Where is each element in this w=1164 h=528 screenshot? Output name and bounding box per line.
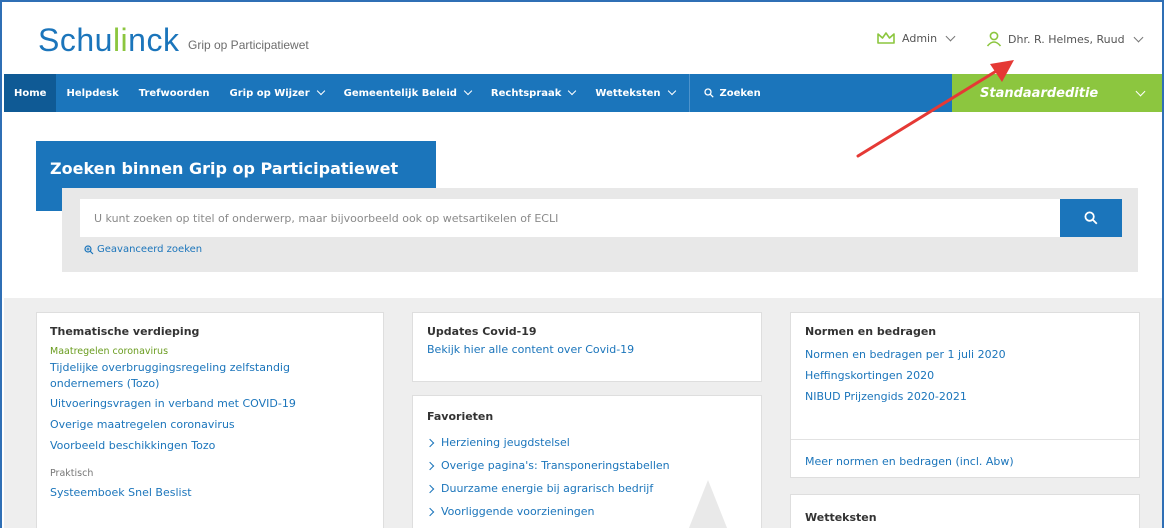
nav-grip-op-wijzer[interactable]: Grip op Wijzer <box>220 74 334 112</box>
link-normen-juli-2020[interactable]: Normen en bedragen per 1 juli 2020 <box>805 347 1125 363</box>
chevron-right-icon <box>425 461 435 471</box>
card-title: Favorieten <box>427 410 494 423</box>
nav-trefwoorden[interactable]: Trefwoorden <box>129 74 220 112</box>
group-heading: Maatregelen coronavirus <box>50 346 169 357</box>
card-laws: Wetteksten <box>790 494 1140 528</box>
search-icon <box>703 88 714 98</box>
card-title: Updates Covid-19 <box>427 325 537 338</box>
search-panel: Geavanceerd zoeken <box>62 188 1138 272</box>
link-uitvoeringsvragen[interactable]: Uitvoeringsvragen in verband met COVID-1… <box>50 396 371 412</box>
product-subtitle: Grip op Participatiewet <box>188 38 309 52</box>
link-overige-maatregelen[interactable]: Overige maatregelen coronavirus <box>50 417 371 433</box>
advanced-search-link[interactable]: Geavanceerd zoeken <box>84 244 202 255</box>
nav-helpdesk[interactable]: Helpdesk <box>56 74 128 112</box>
dashboard-content: Thematische verdieping Maatregelen coron… <box>4 298 1162 528</box>
card-divider <box>791 439 1139 440</box>
link-heffingskortingen[interactable]: Heffingskortingen 2020 <box>805 368 1125 384</box>
edition-selector[interactable]: Standaardeditie <box>952 74 1162 112</box>
watermark-triangle-icon <box>688 480 728 528</box>
edition-label: Standaardeditie <box>980 85 1099 101</box>
card-favorites: Favorieten Herziening jeugdstelsel Overi… <box>412 395 762 528</box>
chevron-down-icon <box>1133 32 1144 42</box>
user-name: Dhr. R. Helmes, Ruud <box>1008 32 1125 46</box>
nav-wetteksten[interactable]: Wetteksten <box>585 74 684 112</box>
crown-icon <box>877 32 895 44</box>
chevron-right-icon <box>425 484 435 494</box>
card-title: Thematische verdieping <box>50 325 200 338</box>
search-input[interactable] <box>80 199 1060 237</box>
nav-divider <box>688 74 690 112</box>
nav-home[interactable]: Home <box>4 74 57 112</box>
nav-search[interactable]: Zoeken <box>698 74 767 112</box>
favorite-item[interactable]: Overige pagina's: Transponeringstabellen <box>425 458 747 474</box>
chevron-down-icon <box>568 86 577 96</box>
favorite-item[interactable]: Herziening jeugdstelsel <box>425 435 747 451</box>
admin-label: Admin <box>902 31 938 45</box>
user-icon <box>986 31 1002 47</box>
link-systeemboek[interactable]: Systeemboek Snel Beslist <box>50 485 371 501</box>
chevron-right-icon <box>425 438 435 448</box>
nav-rechtspraak[interactable]: Rechtspraak <box>481 74 586 112</box>
chevron-down-icon <box>316 86 325 96</box>
group-heading: Praktisch <box>50 468 94 479</box>
chevron-right-icon <box>425 507 435 517</box>
zoom-in-icon <box>84 244 94 254</box>
link-tozo[interactable]: Tijdelijke overbruggingsregeling zelfsta… <box>50 360 330 392</box>
card-thematic: Thematische verdieping Maatregelen coron… <box>36 312 384 528</box>
browser-frame: Schulinck Grip op Participatiewet Admin … <box>0 0 1164 528</box>
schulinck-logo[interactable]: Schulinck <box>38 20 179 60</box>
card-title: Normen en bedragen <box>805 325 937 338</box>
chevron-down-icon <box>945 31 956 41</box>
search-button[interactable] <box>1060 199 1122 237</box>
nav-gemeentelijk-beleid[interactable]: Gemeentelijk Beleid <box>334 74 481 112</box>
link-voorbeeld-beschikkingen[interactable]: Voorbeeld beschikkingen Tozo <box>50 438 371 454</box>
card-covid-updates: Updates Covid-19 Bekijk hier alle conten… <box>412 312 762 382</box>
main-navigation: Home Helpdesk Trefwoorden Grip op Wijzer… <box>4 74 1162 112</box>
card-norms: Normen en bedragen Normen en bedragen pe… <box>790 312 1140 478</box>
chevron-down-icon <box>667 86 676 96</box>
link-meer-normen[interactable]: Meer normen en bedragen (incl. Abw) <box>805 454 1014 470</box>
link-covid-content[interactable]: Bekijk hier alle content over Covid-19 <box>427 342 747 358</box>
card-title: Wetteksten <box>805 511 877 524</box>
admin-menu[interactable]: Admin <box>876 31 956 45</box>
chevron-down-icon <box>463 86 473 96</box>
chevron-down-icon <box>1135 86 1146 96</box>
user-menu[interactable]: Dhr. R. Helmes, Ruud <box>986 31 1144 47</box>
link-nibud-prijzengids[interactable]: NIBUD Prijzengids 2020-2021 <box>805 389 1125 405</box>
site-header: Schulinck Grip op Participatiewet Admin … <box>4 4 1162 72</box>
search-icon <box>1084 211 1098 225</box>
